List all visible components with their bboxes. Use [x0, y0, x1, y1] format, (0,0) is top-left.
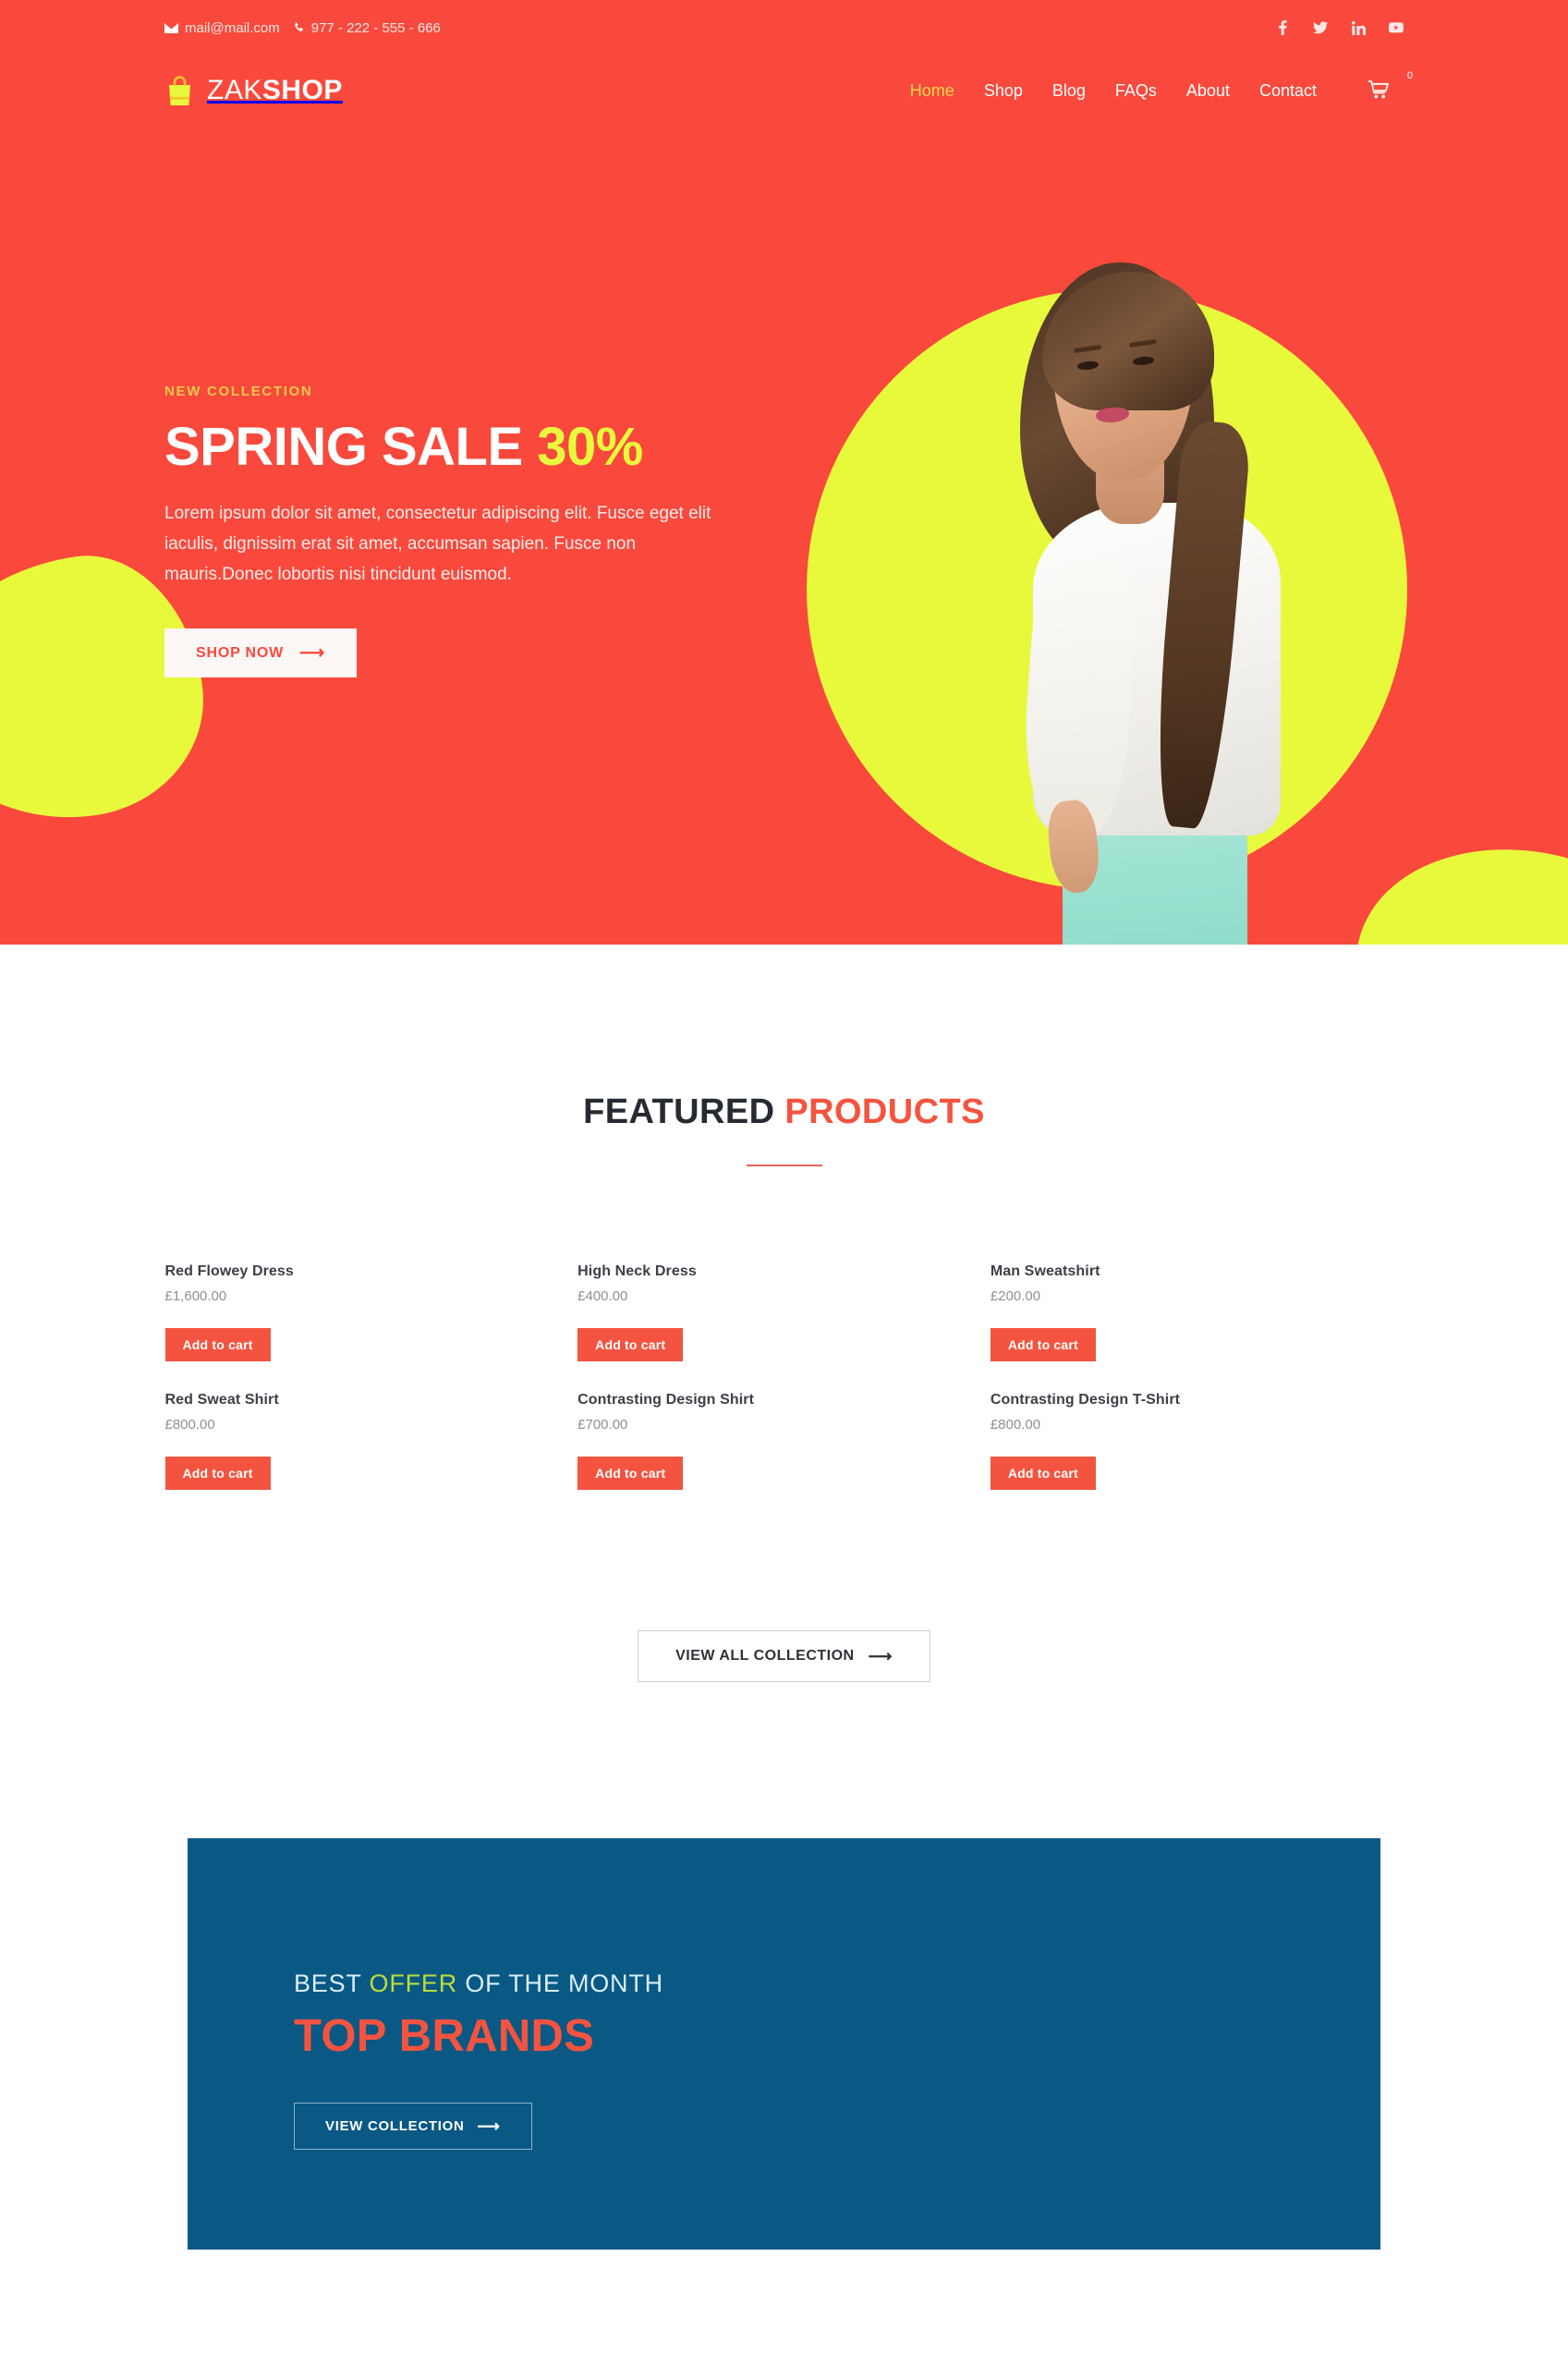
heading-underline: [746, 1165, 822, 1166]
hero-title: SPRING SALE 30%: [164, 416, 756, 477]
nav-item-about[interactable]: About: [1172, 82, 1245, 99]
product-price: £200.00: [990, 1288, 1041, 1304]
nav-item-contact[interactable]: Contact: [1245, 82, 1331, 99]
view-all-label: VIEW ALL COLLECTION: [675, 1648, 855, 1664]
site-header: ZAKSHOP Home Shop Blog FAQs About Contac…: [0, 55, 1568, 126]
hero-eyebrow: NEW COLLECTION: [164, 383, 313, 399]
product-grid: Red Flowey Dress £1,600.00 Add to cart H…: [164, 1263, 1404, 1490]
nav-item-blog[interactable]: Blog: [1038, 82, 1100, 99]
view-collection-label: VIEW COLLECTION: [325, 2118, 465, 2134]
email-link[interactable]: mail@mail.com: [164, 20, 280, 36]
offer-subtitle-highlight: OFFER: [369, 1970, 458, 1997]
product-card[interactable]: Man Sweatshirt £200.00 Add to cart: [990, 1263, 1404, 1361]
logo-text-second: SHOP: [261, 75, 343, 105]
logo-text-first: ZAK: [207, 75, 262, 105]
product-card[interactable]: Red Flowey Dress £1,600.00 Add to cart: [164, 1263, 578, 1361]
phone-link[interactable]: 977 - 222 - 555 - 666: [293, 20, 441, 36]
view-all-wrapper: VIEW ALL COLLECTION ⟶: [0, 1630, 1568, 1682]
top-bar: mail@mail.com 977 - 222 - 555 - 666: [0, 0, 1568, 55]
nav-item-home[interactable]: Home: [895, 82, 969, 99]
nav-item-faqs[interactable]: FAQs: [1100, 82, 1172, 99]
top-bar-contact: mail@mail.com 977 - 222 - 555 - 666: [164, 20, 441, 36]
product-price: £1,600.00: [164, 1288, 227, 1304]
view-all-collection-button[interactable]: VIEW ALL COLLECTION ⟶: [638, 1630, 930, 1682]
featured-heading-dark: FEATURED: [583, 1092, 785, 1131]
social-links: [1275, 20, 1404, 35]
facebook-icon[interactable]: [1275, 20, 1290, 35]
product-price: £700.00: [577, 1417, 628, 1433]
logo-text: ZAKSHOP: [207, 77, 343, 104]
product-card[interactable]: Red Sweat Shirt £800.00 Add to cart: [164, 1392, 578, 1490]
arrow-right-icon: ⟶: [868, 1647, 893, 1665]
offer-title: TOP BRANDS: [294, 2011, 595, 2061]
product-name: Red Sweat Shirt: [164, 1392, 279, 1408]
product-name: Man Sweatshirt: [990, 1263, 1100, 1279]
shop-now-button[interactable]: SHOP NOW ⟶: [164, 628, 358, 678]
shopping-cart-icon: [1367, 79, 1389, 102]
hero-banner: NEW COLLECTION SPRING SALE 30% Lorem ips…: [0, 126, 1568, 945]
view-collection-button[interactable]: VIEW COLLECTION ⟶: [294, 2103, 532, 2150]
product-card[interactable]: Contrasting Design T-Shirt £800.00 Add t…: [990, 1392, 1404, 1490]
hero-copy: NEW COLLECTION SPRING SALE 30% Lorem ips…: [164, 384, 756, 678]
offer-subtitle: BEST OFFER OF THE MONTH: [294, 1970, 1380, 1998]
product-card[interactable]: Contrasting Design Shirt £700.00 Add to …: [577, 1392, 991, 1490]
add-to-cart-button[interactable]: Add to cart: [990, 1328, 1096, 1361]
add-to-cart-button[interactable]: Add to cart: [577, 1328, 684, 1361]
featured-products-section: FEATURED PRODUCTS Red Flowey Dress £1,60…: [0, 945, 1568, 1682]
main-navigation: Home Shop Blog FAQs About Contact 0: [895, 70, 1413, 102]
offer-subtitle-before: BEST: [294, 1970, 370, 1997]
shop-now-label: SHOP NOW: [196, 644, 285, 661]
product-name: High Neck Dress: [577, 1263, 697, 1279]
hero-model-image: [924, 255, 1312, 945]
hero-description: Lorem ipsum dolor sit amet, consectetur …: [164, 504, 711, 584]
product-name: Red Flowey Dress: [164, 1263, 294, 1279]
envelope-icon: [164, 22, 178, 33]
site-logo[interactable]: ZAKSHOP: [164, 75, 343, 106]
twitter-icon[interactable]: [1313, 20, 1328, 35]
arrow-right-icon: ⟶: [477, 2117, 501, 2135]
arrow-right-icon: ⟶: [299, 643, 326, 664]
hero-title-main: SPRING SALE: [164, 416, 538, 477]
product-price: £800.00: [164, 1417, 215, 1433]
featured-heading: FEATURED PRODUCTS: [0, 1092, 1568, 1132]
add-to-cart-button[interactable]: Add to cart: [164, 1457, 271, 1490]
youtube-icon[interactable]: [1389, 20, 1404, 35]
featured-heading-highlight: PRODUCTS: [784, 1092, 985, 1131]
product-price: £400.00: [577, 1288, 628, 1304]
phone-icon: [293, 21, 305, 34]
offer-banner: BEST OFFER OF THE MONTH TOP BRANDS VIEW …: [188, 1838, 1380, 2250]
shopping-bag-icon: [164, 75, 195, 106]
add-to-cart-button[interactable]: Add to cart: [990, 1457, 1096, 1490]
linkedin-icon[interactable]: [1351, 20, 1366, 35]
product-price: £800.00: [990, 1417, 1041, 1433]
cart-button[interactable]: 0: [1354, 70, 1413, 102]
cart-count-badge: 0: [1406, 69, 1413, 81]
offer-subtitle-after: OF THE MONTH: [457, 1970, 663, 1997]
email-text: mail@mail.com: [185, 19, 280, 36]
hero-title-highlight: 30%: [537, 416, 643, 477]
product-name: Contrasting Design Shirt: [577, 1392, 755, 1408]
nav-item-shop[interactable]: Shop: [969, 82, 1038, 99]
add-to-cart-button[interactable]: Add to cart: [164, 1328, 271, 1361]
product-card[interactable]: High Neck Dress £400.00 Add to cart: [577, 1263, 991, 1361]
add-to-cart-button[interactable]: Add to cart: [577, 1457, 684, 1490]
offer-banner-section: BEST OFFER OF THE MONTH TOP BRANDS VIEW …: [0, 1838, 1568, 2250]
phone-text: 977 - 222 - 555 - 666: [310, 19, 441, 36]
product-name: Contrasting Design T-Shirt: [990, 1392, 1181, 1408]
